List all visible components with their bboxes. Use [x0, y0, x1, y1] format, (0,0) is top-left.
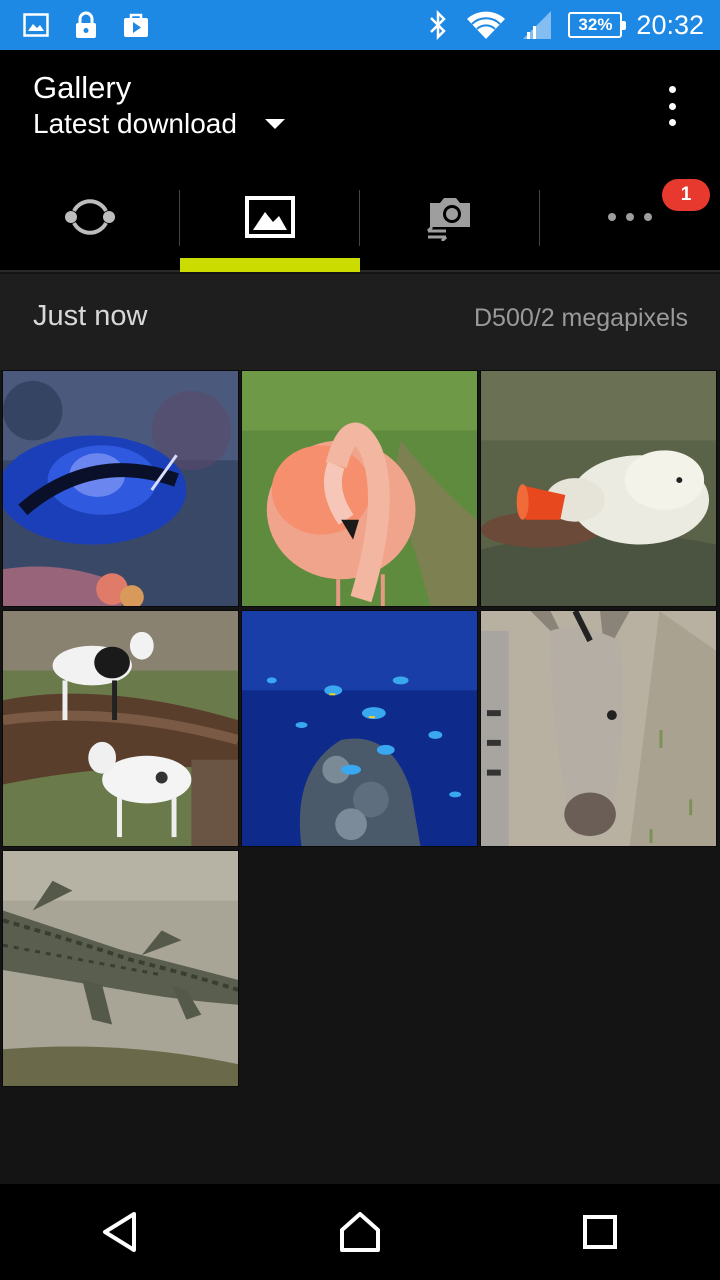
photo-blue-tang-fish[interactable] [2, 370, 239, 607]
navigation-bar [0, 1184, 720, 1280]
app-bar: Gallery Latest download [0, 50, 720, 162]
photo-donkey[interactable] [480, 610, 717, 847]
tab-photos[interactable] [180, 162, 360, 272]
section-meta: D500/2 megapixels [473, 304, 688, 332]
home-icon [340, 1212, 380, 1252]
home-button[interactable] [330, 1202, 390, 1262]
sync-icon [65, 199, 115, 235]
play-store-notification-icon [122, 11, 150, 39]
battery-level: 32% [578, 15, 613, 34]
image-notification-icon [22, 11, 50, 39]
photo-flamingo[interactable] [241, 370, 478, 607]
photo-aquarium-fish[interactable] [241, 610, 478, 847]
clock: 20:32 [636, 9, 704, 40]
album-selector-label: Latest download [33, 108, 237, 139]
section-title: Just now [33, 300, 148, 332]
overflow-dot-icon [668, 86, 676, 93]
album-selector[interactable]: Latest download [33, 108, 285, 140]
tab-more[interactable]: 1 [540, 162, 720, 272]
camera-transfer-icon [426, 198, 470, 241]
tab-sync[interactable] [0, 162, 180, 272]
tab-camera[interactable] [360, 162, 540, 272]
status-bar: 32% 20:32 [0, 0, 720, 50]
bluetooth-icon [424, 10, 452, 40]
tab-bar: 1 [0, 162, 720, 272]
more-dots-icon [608, 213, 652, 221]
date-section-header: Just now D500/2 megapixels [0, 274, 720, 370]
photo-polar-bear[interactable] [480, 370, 717, 607]
photo-crocodile[interactable] [2, 850, 239, 1087]
photo-goats[interactable] [2, 610, 239, 847]
battery-indicator: 32% [568, 12, 627, 38]
overflow-menu-button[interactable] [660, 86, 684, 126]
wifi-icon [466, 11, 506, 39]
photo-icon [245, 196, 295, 238]
recents-button[interactable] [570, 1202, 630, 1262]
recents-icon [583, 1215, 617, 1249]
app-title: Gallery [33, 70, 132, 105]
dropdown-arrow-icon [264, 119, 285, 129]
overflow-dot-icon [668, 119, 676, 126]
overflow-dot-icon [668, 102, 676, 110]
signal-icon [520, 11, 554, 39]
back-icon [103, 1212, 136, 1252]
notification-badge: 1 [662, 179, 710, 211]
back-button[interactable] [90, 1202, 150, 1262]
lock-notification-icon [72, 11, 100, 39]
selected-tab-indicator [180, 258, 360, 272]
